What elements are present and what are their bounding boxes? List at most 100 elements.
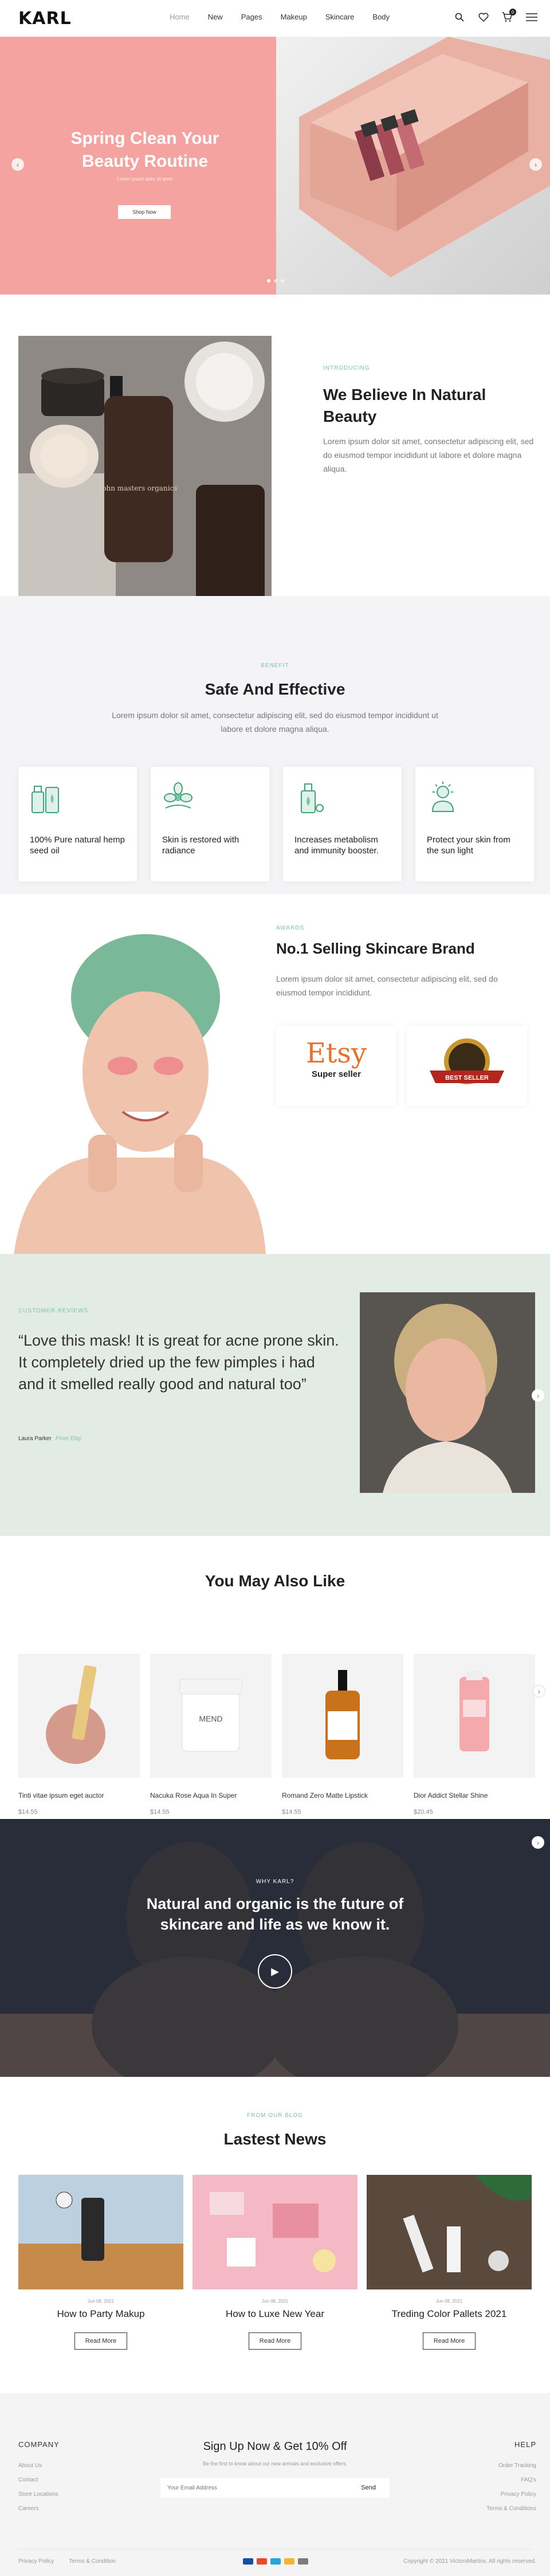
review-section: CUSTOMER REVIEWS “Love this mask! It is … xyxy=(0,1254,550,1536)
intro-tag: INTRODUCING xyxy=(323,365,370,371)
product-name[interactable]: Romand Zero Matte Lipstick xyxy=(282,1791,403,1799)
send-button[interactable]: Send xyxy=(347,2484,390,2491)
read-more-button[interactable]: Read More xyxy=(74,2332,127,2350)
intro-text: Lorem ipsum dolor sit amet, consectetur … xyxy=(323,437,534,473)
why-next-arrow-icon[interactable]: › xyxy=(532,1836,544,1849)
woman-towel-photo xyxy=(14,928,266,1255)
footer-link[interactable]: Store Locations xyxy=(18,2487,58,2501)
product-card[interactable]: Romand Zero Matte Lipstick $14.55 xyxy=(282,1654,403,1816)
product-card[interactable]: MEND Nacuka Rose Aqua In Super $14.55 xyxy=(150,1654,272,1816)
flower-icon xyxy=(164,782,192,809)
footer-link[interactable]: Order Tracking xyxy=(486,2459,536,2473)
blog-post-title[interactable]: Treding Color Pallets 2021 xyxy=(367,2308,532,2320)
hero-dot[interactable] xyxy=(281,279,284,283)
read-more-button[interactable]: Read More xyxy=(249,2332,301,2350)
logo[interactable]: KARL xyxy=(18,9,72,29)
awards-title: No.1 Selling Skincare Brand xyxy=(276,940,475,957)
blog-image[interactable] xyxy=(18,2175,183,2289)
intro-product-photo: john masters organics xyxy=(18,336,272,617)
benefit-tag: BENEFIT xyxy=(261,662,289,669)
search-icon[interactable] xyxy=(453,10,466,24)
review-next-arrow-icon[interactable]: › xyxy=(532,1389,544,1402)
benefit-card: Increases metabolism and immunity booste… xyxy=(283,767,402,881)
footer-link[interactable]: Careers xyxy=(18,2501,58,2516)
footer-bottom-links: Privacy Policy Terms & Condition xyxy=(18,2558,116,2565)
blog-post-title[interactable]: How to Party Makup xyxy=(18,2308,183,2320)
hero-dot[interactable] xyxy=(267,279,270,283)
footer-link[interactable]: Contact xyxy=(18,2473,58,2487)
product-image[interactable]: MEND xyxy=(150,1654,272,1778)
product-name[interactable]: Dior Addict Stellar Shine xyxy=(414,1791,535,1799)
bottle-label: john masters organics xyxy=(99,484,178,492)
blog-date: Jun 08, 2021 xyxy=(87,2299,115,2304)
nav-body[interactable]: Body xyxy=(372,13,390,21)
intro-title: We Believe In Natural Beauty xyxy=(323,386,486,425)
etsy-logo: Etsy xyxy=(305,1037,367,1069)
footer-link[interactable]: Privacy Policy xyxy=(486,2487,536,2501)
footer-link[interactable]: FAQ's xyxy=(486,2473,536,2487)
review-author-name: Laura Parker xyxy=(18,1436,52,1442)
signup-form: Send xyxy=(160,2478,390,2497)
reviewer-photo xyxy=(360,1292,535,1493)
play-button-icon[interactable]: ▶ xyxy=(258,1954,292,1989)
blog-post-title[interactable]: How to Luxe New Year xyxy=(192,2308,358,2320)
sun-protection-icon xyxy=(431,782,454,812)
blog-date: Jun 08, 2021 xyxy=(435,2299,463,2304)
footer-bottom-link[interactable]: Terms & Condition xyxy=(69,2558,116,2565)
nav-makeup[interactable]: Makeup xyxy=(281,13,307,21)
why-tag: WHY KARL? xyxy=(256,1879,294,1885)
nav-new[interactable]: New xyxy=(208,13,223,21)
product-image[interactable] xyxy=(18,1654,140,1778)
hero-slider: Spring Clean Your Beauty Routine Lorem i… xyxy=(0,37,550,295)
benefit-card-label: Protect your skin from the sun light xyxy=(427,835,510,856)
products-next-arrow-icon[interactable]: › xyxy=(533,1685,545,1697)
blog-image[interactable] xyxy=(192,2175,358,2289)
product-name[interactable]: Nacuka Rose Aqua In Super xyxy=(150,1791,272,1799)
review-tag: CUSTOMER REVIEWS xyxy=(18,1308,88,1314)
cart-icon[interactable]: 0 xyxy=(501,9,516,24)
why-karl-banner: WHY KARL? Natural and organic is the fut… xyxy=(0,1819,550,2077)
blog-tag: FROM OUR BLOG xyxy=(246,2112,303,2119)
why-title: Natural and organic is the future of ski… xyxy=(146,1895,404,1933)
footer-bottom-link[interactable]: Privacy Policy xyxy=(18,2558,54,2565)
hero-next-arrow-icon[interactable]: › xyxy=(529,158,542,171)
hero-dot[interactable] xyxy=(274,279,277,283)
blog-image[interactable] xyxy=(367,2175,532,2289)
read-more-button[interactable]: Read More xyxy=(423,2332,476,2350)
signup-title: Sign Up Now & Get 10% Off xyxy=(203,2440,347,2453)
footer-help-links: Order Tracking FAQ's Privacy Policy Term… xyxy=(486,2459,536,2516)
email-input[interactable] xyxy=(160,2484,348,2491)
benefit-card-label: Increases metabolism and immunity booste… xyxy=(294,835,379,856)
site-header: KARL Home New Pages Makeup Skincare Body… xyxy=(0,0,550,37)
hero-prev-arrow-icon[interactable]: ‹ xyxy=(11,158,24,171)
benefit-card-label: 100% Pure natural hemp seed oil xyxy=(30,835,125,856)
blog-title: Lastest News xyxy=(223,2130,327,2148)
product-card[interactable]: Dior Addict Stellar Shine $20.45 xyxy=(414,1654,535,1816)
blog-post: Jun 08, 2021 How to Luxe New Year Read M… xyxy=(192,2175,358,2350)
product-price: $14.55 xyxy=(150,1809,170,1816)
nav-skincare[interactable]: Skincare xyxy=(325,13,355,21)
awards-text: Lorem ipsum dolor sit amet, consectetur … xyxy=(276,974,498,997)
nav-home[interactable]: Home xyxy=(170,13,190,21)
amazon-best-seller-text: BEST SELLER xyxy=(445,1075,489,1081)
menu-icon[interactable] xyxy=(525,10,539,24)
product-price: $14.55 xyxy=(18,1809,38,1816)
blog-post: Jun 08, 2021 Treding Color Pallets 2021 … xyxy=(367,2175,532,2350)
etsy-badge: Etsy Super seller xyxy=(276,1026,396,1106)
product-card[interactable]: Tinti vitae ipsum eget auctor $14.55 xyxy=(18,1654,140,1816)
shop-now-button[interactable]: Shop Now xyxy=(118,205,171,219)
benefit-card: 100% Pure natural hemp seed oil xyxy=(18,767,137,881)
footer-link[interactable]: Terms & Conditions xyxy=(486,2501,536,2516)
product-price: $20.45 xyxy=(414,1809,433,1816)
product-name[interactable]: Tinti vitae ipsum eget auctor xyxy=(18,1791,140,1799)
product-price: $14.55 xyxy=(282,1809,301,1816)
footer-company-links: About Us Contact Store Locations Careers xyxy=(18,2459,58,2516)
benefit-card-label: Skin is restored with radiance xyxy=(162,835,239,856)
product-image[interactable] xyxy=(282,1654,403,1778)
benefit-card: Skin is restored with radiance xyxy=(151,767,269,881)
product-image[interactable] xyxy=(414,1654,535,1778)
benefit-text: Lorem ipsum dolor sit amet, consectetur … xyxy=(112,711,438,734)
footer-divider xyxy=(18,2549,532,2550)
nav-pages[interactable]: Pages xyxy=(241,13,262,21)
heart-icon[interactable] xyxy=(477,10,490,24)
